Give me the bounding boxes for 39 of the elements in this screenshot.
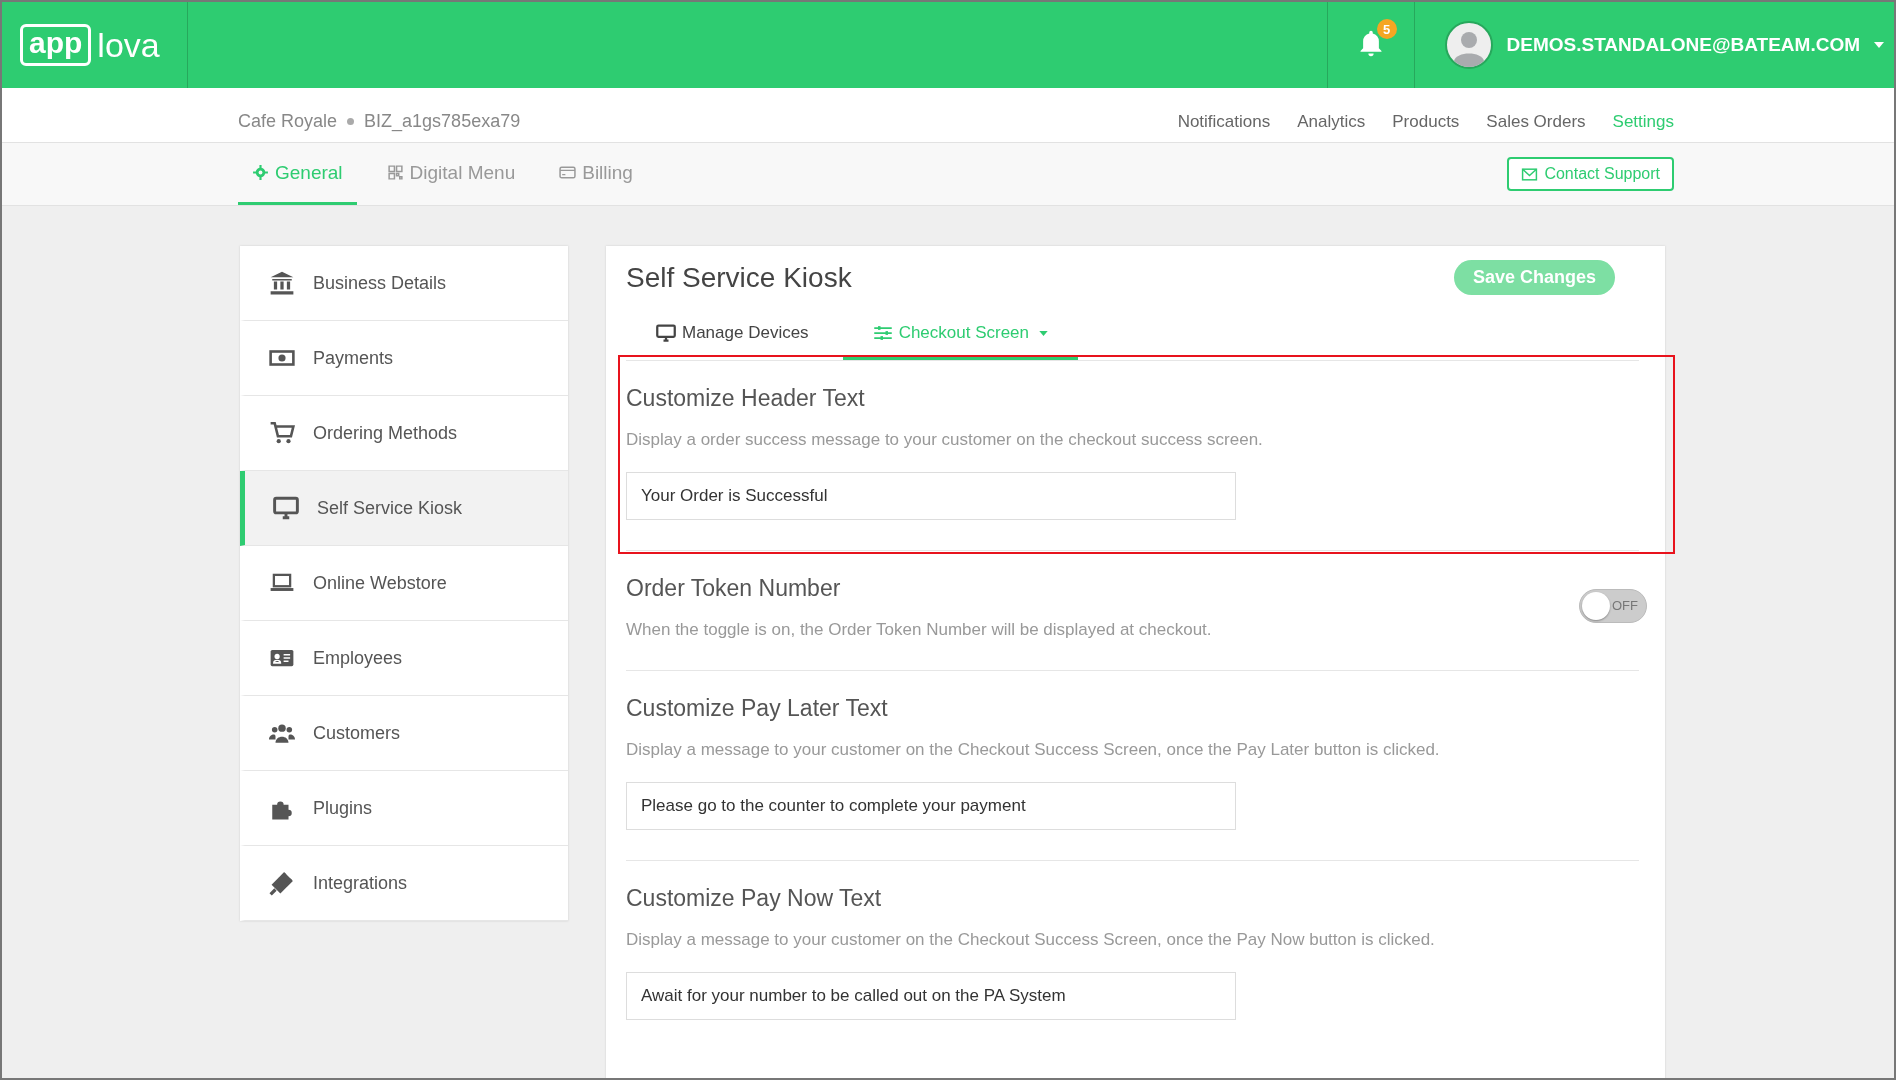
subtab[interactable]: Manage Devices — [626, 313, 839, 360]
separator-dot — [347, 118, 355, 125]
section-description: Display a message to your customer on the Checkout Success Screen, once the Pay Later button is clicked. — [626, 740, 1440, 760]
business-name: Cafe Royale — [238, 111, 338, 132]
sidebar-item[interactable]: Self Service Kiosk — [240, 471, 568, 546]
nav-link[interactable]: Notifications — [1177, 112, 1271, 132]
panel-title: Self Service Kiosk — [626, 261, 852, 294]
bank-icon — [269, 270, 295, 296]
input-field[interactable]: Await for your number to be called out on the PA System — [626, 972, 1236, 1020]
section-description: Display a order success message to your customer on the checkout success screen. — [626, 430, 1263, 450]
business-id: BIZ_a1gs785exa79 — [364, 111, 521, 132]
section-title: Customize Pay Later Text — [626, 695, 889, 722]
desktop-icon — [273, 495, 299, 521]
qr-icon — [386, 164, 404, 181]
mail-icon — [1521, 165, 1539, 183]
caret-icon[interactable] — [1874, 42, 1884, 48]
sidebar-item[interactable]: Business Details — [240, 246, 568, 321]
sidebar-item[interactable]: Plugins — [240, 771, 568, 846]
sliders-icon — [872, 323, 893, 343]
sidebar-item[interactable]: Customers — [240, 696, 568, 771]
desktop-icon — [656, 323, 676, 343]
section-title: Customize Header Text — [626, 385, 866, 412]
sidebar-item[interactable]: Payments — [240, 321, 568, 396]
section-description: Display a message to your customer on the Checkout Success Screen, once the Pay Now button is clicked. — [626, 930, 1435, 950]
nav-link[interactable]: Sales Orders — [1486, 112, 1586, 132]
avatar-icon[interactable] — [1444, 21, 1493, 69]
nav-link[interactable]: Analytics — [1297, 112, 1366, 132]
notification-badge: 5 — [1376, 19, 1397, 39]
input-field[interactable]: Please go to the counter to complete your payment — [626, 782, 1236, 830]
card-icon — [559, 164, 577, 181]
section-description: When the toggle is on, the Order Token Number will be displayed at checkout. — [626, 620, 1212, 640]
section-title: Customize Pay Now Text — [626, 885, 883, 912]
sidebar-item[interactable]: Employees — [240, 621, 568, 696]
sidebar-item[interactable]: Integrations — [240, 846, 568, 921]
input-field[interactable]: Your Order is Successful — [626, 472, 1236, 520]
nav-link[interactable]: Products — [1392, 112, 1460, 132]
section-title: Order Token Number — [626, 575, 842, 602]
sidebar-item[interactable]: Online Webstore — [240, 546, 568, 621]
cart-icon — [269, 420, 295, 446]
